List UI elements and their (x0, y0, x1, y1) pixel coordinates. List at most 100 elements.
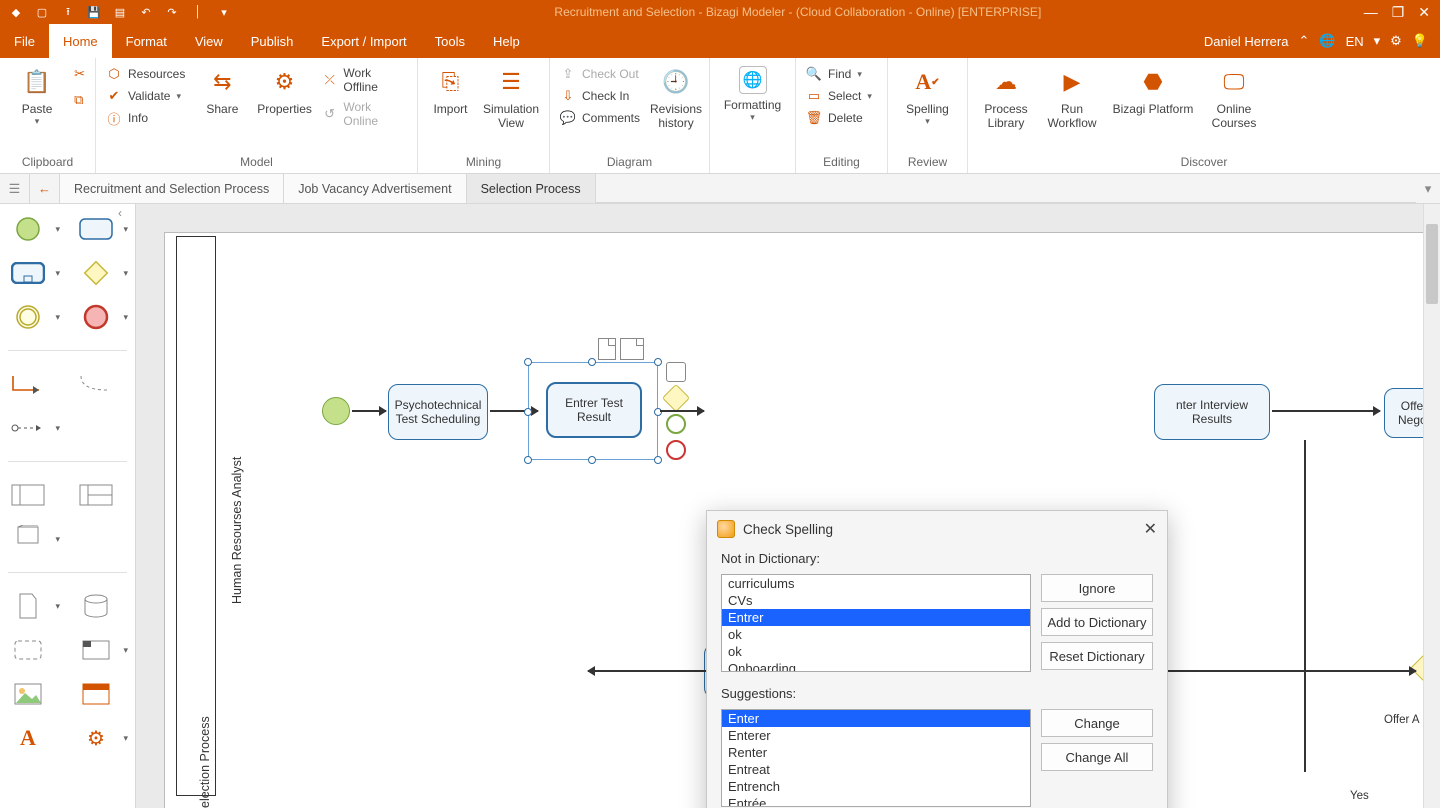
quick-task-icon[interactable] (666, 362, 686, 382)
list-item[interactable]: Entreat (722, 761, 1030, 778)
revisions-history-button[interactable]: 🕘 Revisions history (650, 62, 702, 131)
suggestions-list[interactable]: EnterEntererRenterEntreatEntrenchEntréeE… (721, 709, 1031, 807)
validate-button[interactable]: ✔Validate▾ (106, 88, 188, 104)
list-item[interactable]: Entrée (722, 795, 1030, 807)
palette-data-store[interactable] (76, 591, 116, 621)
selection-handle[interactable] (524, 358, 532, 366)
dialog-titlebar[interactable]: Check Spelling ✕ (707, 511, 1167, 547)
subtab-recruitment[interactable]: Recruitment and Selection Process (60, 174, 284, 203)
import-button[interactable]: ⎘ Import (428, 62, 473, 116)
task-psychotechnical[interactable]: Psychotechnical Test Scheduling (388, 384, 488, 440)
flow-entrer-next[interactable] (660, 410, 704, 412)
list-item[interactable]: Entrench (722, 778, 1030, 795)
selection-handle[interactable] (588, 358, 596, 366)
reset-dictionary-button[interactable]: Reset Dictionary (1041, 642, 1153, 670)
formatting-button[interactable]: 🌐 Formatting ▾ (720, 62, 785, 123)
minimize-icon[interactable]: — (1364, 4, 1378, 21)
palette-text[interactable]: A (8, 723, 48, 753)
select-button[interactable]: ▭Select▾ (806, 88, 872, 104)
run-workflow-button[interactable]: ▶ Run Workflow (1044, 62, 1100, 131)
comments-button[interactable]: 💬Comments (560, 110, 640, 126)
user-dropdown-icon[interactable]: ⌃ (1298, 33, 1309, 49)
selection-handle[interactable] (654, 456, 662, 464)
flow-interview-down[interactable] (1304, 440, 1306, 772)
tabs-back-button[interactable]: ← (30, 174, 60, 203)
list-item[interactable]: CVs (722, 592, 1030, 609)
online-courses-button[interactable]: 🖵 Online Courses (1206, 62, 1262, 131)
list-item[interactable]: ok (722, 626, 1030, 643)
ignore-button[interactable]: Ignore (1041, 574, 1153, 602)
palette-lane[interactable] (76, 480, 116, 510)
change-button[interactable]: Change (1041, 709, 1153, 737)
share-button[interactable]: ⇆ Share (198, 62, 248, 116)
work-offline-button[interactable]: ⤫Work Offline (322, 66, 407, 94)
palette-task[interactable] (76, 214, 116, 244)
hint-icon[interactable]: 💡 (1412, 33, 1428, 49)
task-attachment-icons[interactable] (598, 338, 644, 360)
palette-header-shape[interactable] (76, 679, 116, 709)
document-icon[interactable] (598, 338, 616, 360)
close-icon[interactable]: ✕ (1418, 4, 1430, 21)
palette-annotation[interactable] (76, 635, 116, 665)
resources-button[interactable]: ⬡Resources (106, 66, 188, 82)
menu-help[interactable]: Help (479, 24, 534, 58)
delete-button[interactable]: 🗑Delete (806, 110, 872, 126)
palette-group[interactable] (8, 635, 48, 665)
selection-handle[interactable] (654, 358, 662, 366)
list-item[interactable]: Enter (722, 710, 1030, 727)
menu-view[interactable]: View (181, 24, 237, 58)
palette-collapse-icon[interactable]: ‹ (118, 206, 134, 222)
add-to-dictionary-button[interactable]: Add to Dictionary (1041, 608, 1153, 636)
palette-seq-flow[interactable] (8, 369, 48, 399)
user-name[interactable]: Daniel Herrera (1204, 34, 1289, 49)
subtab-job-vacancy[interactable]: Job Vacancy Advertisement (284, 174, 466, 203)
selection-handle[interactable] (524, 456, 532, 464)
check-in-button[interactable]: ⇩Check In (560, 88, 640, 104)
task-entrer-test-result[interactable]: Entrer Test Result (546, 382, 642, 438)
paste-button[interactable]: 📋 Paste ▾ (10, 62, 64, 127)
palette-data-object[interactable] (8, 591, 48, 621)
spelling-button[interactable]: A✔ Spelling ▾ (900, 62, 956, 127)
flow-interview-offer[interactable] (1272, 410, 1380, 412)
palette-assoc-flow[interactable] (76, 369, 116, 399)
restore-icon[interactable]: ❐ (1392, 4, 1405, 21)
menu-file[interactable]: File (0, 24, 49, 58)
undo-icon[interactable]: ↶ (138, 4, 154, 20)
palette-pool[interactable] (8, 480, 48, 510)
save-all-icon[interactable]: ▤ (112, 4, 128, 20)
tabs-dropdown-icon[interactable]: ▾ (1416, 174, 1440, 203)
task-interview-results[interactable]: nter Interview Results (1154, 384, 1270, 440)
change-all-button[interactable]: Change All (1041, 743, 1153, 771)
palette-gateway[interactable] (76, 258, 116, 288)
properties-button[interactable]: ⚙ Properties (257, 62, 312, 116)
quick-intermediate-event-icon[interactable] (666, 414, 686, 434)
quick-gateway-icon[interactable] (662, 384, 690, 412)
simulation-view-button[interactable]: ☰ Simulation View (483, 62, 539, 131)
list-item[interactable]: ok (722, 643, 1030, 660)
list-item[interactable]: Entrer (722, 609, 1030, 626)
process-library-button[interactable]: ☁ Process Library (978, 62, 1034, 131)
list-item[interactable]: Renter (722, 744, 1030, 761)
tabs-overview-icon[interactable]: ☰ (0, 174, 30, 203)
menu-publish[interactable]: Publish (237, 24, 308, 58)
palette-subprocess[interactable] (8, 258, 48, 288)
palette-intermediate-event[interactable] (8, 302, 48, 332)
bizagi-platform-button[interactable]: ⬣ Bizagi Platform (1110, 62, 1196, 116)
list-item[interactable]: Enterer (722, 727, 1030, 744)
palette-message-flow[interactable] (8, 413, 48, 443)
selection-handle[interactable] (524, 408, 532, 416)
form-icon[interactable] (620, 338, 644, 360)
not-in-dictionary-list[interactable]: curriculumsCVsEntrerokokOnboardingOnboar… (721, 574, 1031, 672)
flow-start-psych[interactable] (352, 410, 386, 412)
menu-home[interactable]: Home (49, 24, 112, 58)
copy-icon[interactable]: ⧉ (74, 92, 85, 108)
save-icon[interactable]: 💾 (86, 4, 102, 20)
info-button[interactable]: ⓘInfo (106, 110, 188, 126)
menu-format[interactable]: Format (112, 24, 181, 58)
palette-start-event[interactable] (8, 214, 48, 244)
list-item[interactable]: Onboarding (722, 660, 1030, 672)
start-event[interactable] (322, 397, 350, 425)
quick-end-event-icon[interactable] (666, 440, 686, 460)
new-icon[interactable]: ▢ (34, 4, 50, 20)
scrollbar-thumb[interactable] (1426, 224, 1438, 304)
